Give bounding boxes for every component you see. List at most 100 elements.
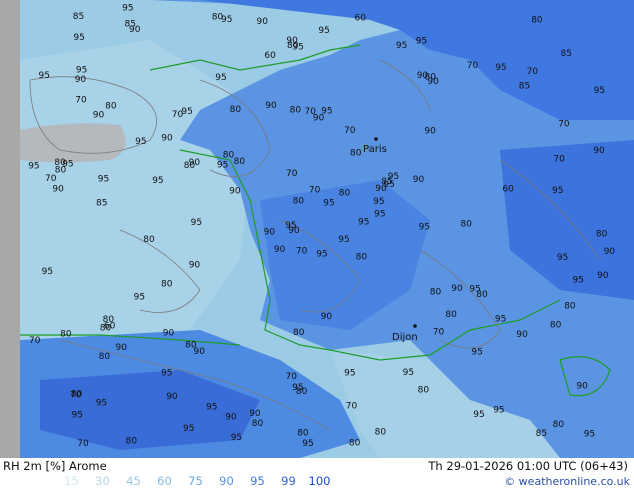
- contour-label: 70: [309, 186, 321, 196]
- contour-label: 90: [249, 409, 261, 419]
- footer-bar: RH 2m [%] Arome Th 29-01-2026 01:00 UTC …: [0, 458, 634, 490]
- contour-label: 90: [516, 330, 528, 340]
- contour-label: 80: [234, 157, 246, 167]
- contour-label: 70: [344, 126, 356, 136]
- contour-label: 95: [323, 198, 334, 208]
- contour-label: 90: [321, 312, 333, 322]
- contour-label: 95: [388, 172, 399, 182]
- contour-label: 80: [531, 16, 543, 26]
- contour-label: 95: [76, 65, 87, 75]
- legend-value: 60: [157, 474, 172, 488]
- contour-label: 60: [355, 14, 367, 24]
- contour-label: 95: [344, 369, 355, 379]
- contour-label: 85: [73, 12, 84, 22]
- contour-label: 90: [257, 17, 269, 27]
- city-label: Dijon: [392, 332, 418, 343]
- contour-label: 95: [396, 41, 407, 51]
- contour-label: 80: [356, 253, 368, 263]
- contour-label: 90: [576, 382, 588, 392]
- contour-label: 95: [221, 15, 232, 25]
- contour-label: 90: [93, 110, 105, 120]
- contour-label: 95: [231, 433, 242, 443]
- contour-label: 95: [122, 3, 133, 13]
- contour-label: 90: [161, 133, 173, 143]
- contour-label: 80: [339, 189, 351, 199]
- contour-label: 80: [126, 437, 138, 447]
- color-legend: 15 30 45 60 75 90 95 99 100: [56, 474, 335, 488]
- legend-value: 45: [126, 474, 141, 488]
- contour-label: 70: [70, 391, 82, 401]
- contour-label: 70: [77, 439, 89, 449]
- contour-label: 80: [553, 420, 565, 430]
- contour-label: 80: [418, 386, 430, 396]
- contour-label: 80: [350, 148, 362, 158]
- contour-label: 95: [302, 439, 313, 449]
- contour-label: 95: [338, 235, 349, 245]
- contour-label: 95: [584, 430, 595, 440]
- contour-label: 85: [96, 199, 107, 209]
- contour-label: 80: [445, 310, 457, 320]
- contour-label: 80: [430, 288, 442, 298]
- contour-label: 95: [495, 63, 506, 73]
- contour-label: 95: [217, 160, 228, 170]
- contour-label: 95: [152, 176, 163, 186]
- contour-label: 95: [403, 368, 414, 378]
- contour-label: 80: [103, 315, 115, 325]
- contour-label: 70: [346, 402, 358, 412]
- contour-label: 90: [229, 187, 241, 197]
- contour-label: 80: [230, 105, 242, 115]
- contour-label: 70: [286, 169, 298, 179]
- contour-label: 95: [318, 26, 329, 36]
- contour-label: 95: [285, 221, 296, 231]
- contour-label: 80: [99, 352, 111, 362]
- contour-label: 95: [72, 411, 83, 421]
- contour-label: 70: [286, 372, 298, 382]
- contour-label: 95: [73, 33, 84, 43]
- contour-label: 95: [183, 424, 194, 434]
- contour-label: 95: [473, 410, 484, 420]
- contour-label: 95: [135, 137, 146, 147]
- contour-label: 70: [558, 119, 570, 129]
- contour-label: 80: [293, 196, 305, 206]
- contour-label: 70: [467, 61, 479, 71]
- contour-label: 70: [45, 174, 57, 184]
- contour-label: 90: [225, 412, 237, 422]
- contour-label: 95: [191, 218, 202, 228]
- contour-label: 70: [433, 327, 445, 337]
- contour-label: 70: [553, 155, 565, 165]
- contour-label: 90: [189, 261, 201, 271]
- contour-label: 90: [274, 245, 286, 255]
- city-label: Paris: [363, 144, 387, 155]
- contour-label: 95: [374, 209, 385, 219]
- map-canvas: Paris Dijon 9590908090909595809590958595…: [0, 0, 634, 458]
- contour-label: 90: [313, 113, 325, 123]
- city-marker: [413, 324, 417, 328]
- contour-label: 90: [593, 146, 605, 156]
- contour-label: 80: [161, 279, 173, 289]
- contour-label: 90: [52, 184, 64, 194]
- contour-label: 90: [451, 284, 463, 294]
- contour-label: 95: [493, 406, 504, 416]
- contour-label: 70: [172, 110, 184, 120]
- contour-label: 70: [296, 247, 308, 257]
- contour-label: 80: [223, 151, 235, 161]
- contour-label: 90: [604, 247, 616, 257]
- contour-label: 95: [469, 285, 480, 295]
- legend-value: 75: [188, 474, 203, 488]
- contour-label: 80: [252, 419, 264, 429]
- contour-label: 90: [413, 175, 425, 185]
- contour-label: 85: [536, 429, 547, 439]
- contour-label: 80: [564, 301, 576, 311]
- contour-label: 95: [98, 175, 109, 185]
- contour-label: 60: [502, 184, 514, 194]
- contour-label: 80: [143, 235, 155, 245]
- contour-label: 80: [349, 439, 361, 449]
- legend-value: 99: [281, 474, 296, 488]
- contour-label: 80: [290, 105, 302, 115]
- contour-label: 90: [163, 329, 175, 339]
- contour-label: 90: [189, 158, 201, 168]
- contour-label: 90: [597, 271, 609, 281]
- low-rh-patch: [20, 123, 126, 163]
- contour-label: 95: [594, 86, 605, 96]
- legend-value: 15: [64, 474, 79, 488]
